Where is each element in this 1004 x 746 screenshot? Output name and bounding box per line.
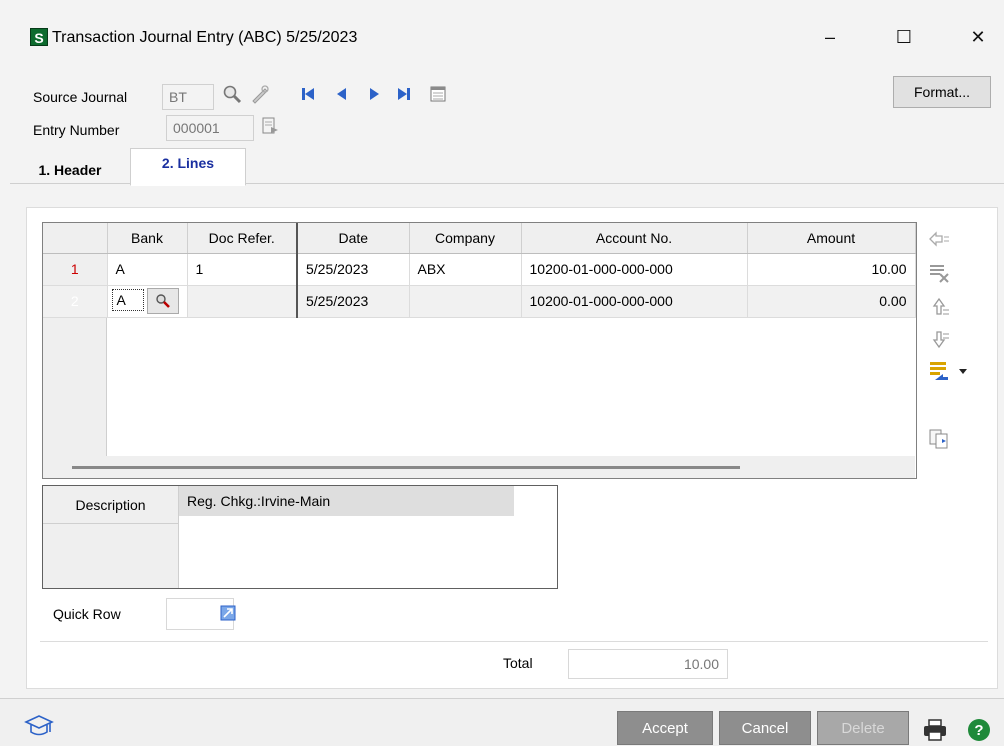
svg-text:?: ?: [974, 722, 983, 739]
cell-bank-editing[interactable]: A: [107, 285, 188, 318]
cancel-button[interactable]: Cancel: [719, 711, 811, 745]
printer-icon[interactable]: [922, 717, 948, 743]
app-logo-icon: S: [30, 28, 48, 46]
table-row[interactable]: 1 A 1 5/25/2023 ABX 10200-01-000-000-000…: [43, 253, 916, 286]
entry-number-field[interactable]: 000001: [166, 115, 254, 141]
source-journal-label: Source Journal: [33, 89, 128, 105]
cell-bank[interactable]: A: [107, 253, 188, 286]
tab-lines[interactable]: 2. Lines: [130, 148, 246, 186]
row-number[interactable]: 1: [43, 253, 108, 286]
format-button[interactable]: Format...: [893, 76, 991, 108]
table-row[interactable]: 2 A 5/25/2023 10200-01-000-000-000 0.00: [43, 285, 916, 318]
column-header-account-no[interactable]: Account No.: [521, 223, 748, 254]
total-value: 10.00: [568, 649, 728, 679]
scrollbar-thumb[interactable]: [72, 466, 740, 469]
first-record-icon[interactable]: [298, 84, 318, 104]
quick-row-go-icon[interactable]: [220, 605, 236, 621]
description-box: Description Reg. Chkg.:Irvine-Main: [42, 485, 558, 589]
horizontal-scrollbar[interactable]: [44, 456, 915, 478]
column-header-doc-refer[interactable]: Doc Refer.: [187, 223, 298, 254]
cell-company[interactable]: ABX: [409, 253, 522, 286]
calendar-icon[interactable]: [428, 84, 448, 104]
cell-doc-refer[interactable]: 1: [187, 253, 298, 286]
cell-date[interactable]: 5/25/2023: [296, 253, 410, 286]
magnifier-icon[interactable]: [222, 84, 242, 104]
cell-amount[interactable]: 10.00: [747, 253, 916, 286]
bank-lookup-button[interactable]: [147, 288, 180, 314]
cell-company[interactable]: [409, 285, 522, 318]
description-value[interactable]: Reg. Chkg.:Irvine-Main: [179, 486, 514, 516]
help-icon[interactable]: ?: [966, 717, 992, 743]
close-button[interactable]: ✕: [958, 22, 998, 52]
column-header-company[interactable]: Company: [409, 223, 522, 254]
cell-account-no[interactable]: 10200-01-000-000-000: [521, 285, 748, 318]
graduation-cap-icon[interactable]: [24, 712, 54, 742]
accept-button[interactable]: Accept: [617, 711, 713, 745]
total-label: Total: [503, 655, 533, 671]
copy-lines-icon[interactable]: [928, 428, 950, 450]
next-record-icon[interactable]: [364, 84, 384, 104]
magnifier-icon: [156, 294, 171, 308]
previous-record-icon[interactable]: [332, 84, 352, 104]
minimize-button[interactable]: –: [810, 22, 850, 52]
last-record-icon[interactable]: [394, 84, 414, 104]
memo-icon[interactable]: [250, 84, 270, 104]
delete-row-icon[interactable]: [928, 262, 950, 284]
row-header-corner: [43, 223, 108, 254]
cell-date[interactable]: 5/25/2023: [296, 285, 410, 318]
move-row-up-icon[interactable]: [928, 296, 950, 318]
tab-header[interactable]: 1. Header: [10, 156, 130, 184]
row-header-filler: [43, 318, 107, 478]
separator: [40, 641, 988, 642]
row-options-icon[interactable]: [928, 360, 970, 382]
row-number[interactable]: 2: [43, 285, 108, 318]
cell-amount[interactable]: 0.00: [747, 285, 916, 318]
title-bar: S Transaction Journal Entry (ABC) 5/25/2…: [0, 0, 1004, 70]
description-label: Description: [43, 486, 179, 524]
lines-grid: Bank Doc Refer. Date Company Account No.…: [42, 222, 917, 479]
maximize-button[interactable]: ☐: [884, 22, 924, 52]
column-header-bank[interactable]: Bank: [107, 223, 188, 254]
description-label-filler: [43, 524, 179, 588]
next-entry-icon[interactable]: [260, 116, 280, 136]
column-header-date[interactable]: Date: [296, 223, 410, 254]
delete-button[interactable]: Delete: [817, 711, 909, 745]
window-title: Transaction Journal Entry (ABC) 5/25/202…: [52, 29, 358, 46]
bank-edit-input[interactable]: A: [111, 288, 144, 311]
cell-account-no[interactable]: 10200-01-000-000-000: [521, 253, 748, 286]
move-row-down-icon[interactable]: [928, 328, 950, 350]
quick-row-label: Quick Row: [53, 606, 121, 622]
entry-number-label: Entry Number: [33, 122, 120, 138]
cell-doc-refer[interactable]: [187, 285, 298, 318]
column-header-amount[interactable]: Amount: [747, 223, 916, 254]
insert-row-icon[interactable]: [928, 228, 950, 250]
source-journal-field[interactable]: BT: [162, 84, 214, 110]
